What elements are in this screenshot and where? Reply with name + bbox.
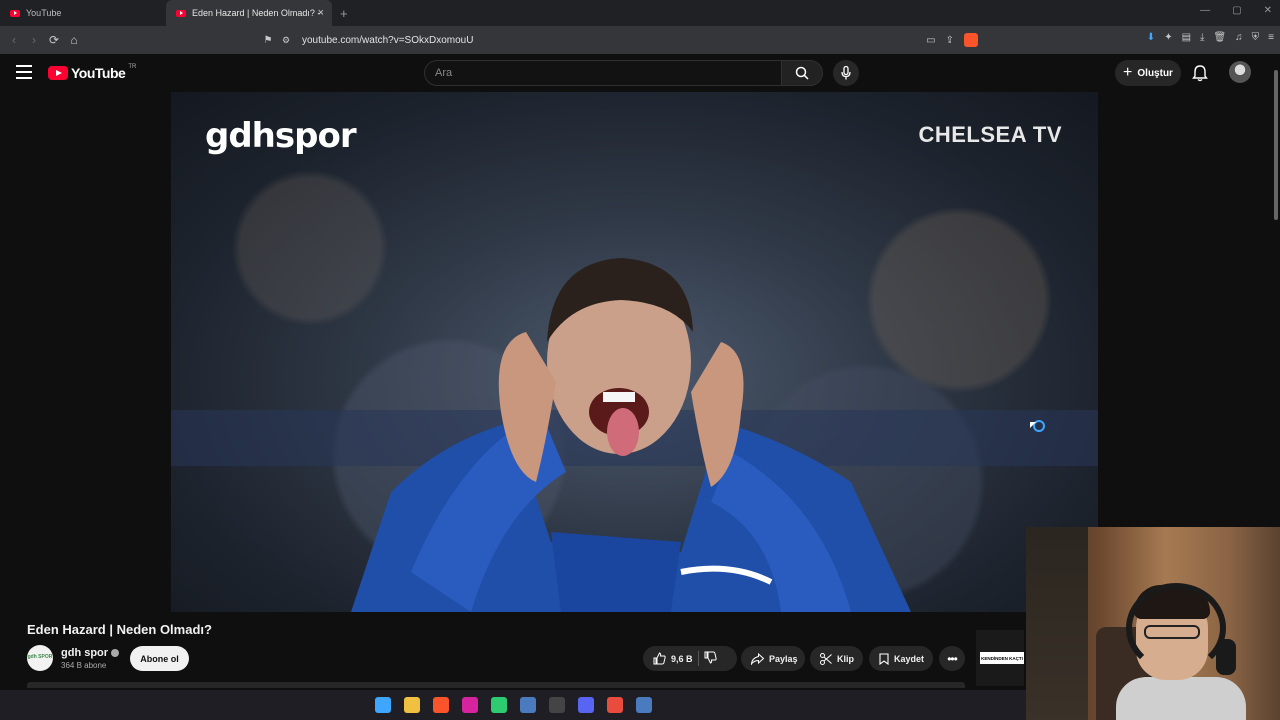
guide-menu-icon[interactable] <box>16 65 32 79</box>
voice-search-button[interactable] <box>833 60 859 86</box>
search-input[interactable] <box>425 61 781 85</box>
tab-eden-hazard[interactable]: Eden Hazard | Neden Olmadı? - × <box>166 0 332 26</box>
microphone-icon <box>841 66 851 80</box>
share-page-icon[interactable]: ⇪ <box>946 35 954 46</box>
address-bar-actions: ▭ ⇪ <box>926 30 978 50</box>
chelsea-tv-watermark: CHELSEA TV <box>918 122 1062 147</box>
youtube-logo[interactable]: YouTube TR <box>48 64 137 81</box>
subscribe-button[interactable]: Abone ol <box>130 646 189 671</box>
bookmark-save-icon <box>879 652 889 665</box>
like-button[interactable]: 9,6 B <box>653 652 693 665</box>
brave-shields-icon[interactable] <box>964 33 978 47</box>
country-code: TR <box>128 64 137 70</box>
save-button[interactable]: Kaydet <box>869 646 933 671</box>
tab-close-icon[interactable]: × <box>318 7 324 19</box>
notifications-bell-icon[interactable] <box>1191 64 1209 82</box>
channel-name-link[interactable]: gdh spor <box>61 647 120 659</box>
share-label: Paylaş <box>769 653 798 664</box>
taskbar-instagram-icon[interactable] <box>461 697 478 713</box>
maximize-button[interactable]: ▢ <box>1232 5 1241 16</box>
youtube-masthead: YouTube TR + Oluştur <box>0 54 1280 92</box>
new-tab-button[interactable]: + <box>340 6 348 21</box>
logo-text: YouTube <box>71 65 126 81</box>
tab-youtube[interactable]: YouTube <box>0 0 166 26</box>
tab-title: Eden Hazard | Neden Olmadı? - <box>192 8 321 18</box>
youtube-play-icon <box>48 66 68 80</box>
taskbar-file-explorer-icon[interactable] <box>403 697 420 713</box>
streamer-webcam-overlay <box>1026 527 1280 720</box>
taskbar-windows-start-icon[interactable] <box>374 697 391 713</box>
scissors-icon <box>820 652 832 665</box>
search-box[interactable] <box>424 60 782 86</box>
verified-badge-icon <box>111 649 120 657</box>
back-arrow-icon[interactable]: ‹ <box>4 33 24 47</box>
thumbnail-text: KENDİNDEN KAÇTI <box>980 652 1024 664</box>
window-controls: — ▢ ✕ <box>1200 5 1272 16</box>
next-video-thumbnail[interactable]: KENDİNDEN KAÇTI <box>976 630 1024 686</box>
channel-name: gdh spor <box>61 647 109 659</box>
browser-menu-icon[interactable]: ≡ <box>1268 32 1274 43</box>
forward-arrow-icon[interactable]: › <box>24 33 44 47</box>
account-avatar[interactable] <box>1229 61 1251 83</box>
create-button[interactable]: + Oluştur <box>1115 60 1181 86</box>
extensions-area: ⬇ ✦ ▤ ⤓ 🗑 ♫ ⛨ ≡ <box>1147 32 1274 43</box>
youtube-favicon-icon <box>176 9 186 17</box>
thumbs-up-icon <box>653 652 666 665</box>
share-arrow-icon <box>751 652 764 665</box>
video-frame-player-celebration <box>351 258 911 612</box>
create-label: Oluştur <box>1137 67 1173 79</box>
download-extension-icon[interactable]: ⬇ <box>1147 32 1155 43</box>
video-player[interactable]: gdhspor CHELSEA TV <box>171 92 1098 612</box>
save-label: Kaydet <box>894 653 925 664</box>
taskbar-steam-2-icon[interactable] <box>635 697 652 713</box>
taskbar-brave-browser-icon[interactable] <box>432 697 449 713</box>
mouse-cursor-icon <box>1030 422 1036 428</box>
site-settings-icon[interactable]: ⚙ <box>282 35 302 46</box>
address-bar[interactable]: ⚑ ⚙ youtube.com/watch?v=SOkxDxomouU ▭ ⇪ <box>254 30 998 50</box>
os-taskbar <box>0 690 1026 720</box>
taskbar-steam-icon[interactable] <box>519 697 536 713</box>
downloads-icon[interactable]: ⤓ <box>1200 32 1204 43</box>
taskbar-app-recorder-icon[interactable] <box>606 697 623 713</box>
sidebar-icon[interactable]: ▤ <box>1182 32 1191 43</box>
minimize-button[interactable]: — <box>1200 5 1210 16</box>
youtube-favicon-icon <box>10 9 20 17</box>
browser-tab-strip: YouTube Eden Hazard | Neden Olmadı? - × … <box>0 0 1280 26</box>
bookmark-icon[interactable]: ⚑ <box>254 35 282 46</box>
gdhspor-watermark: gdhspor <box>205 116 357 156</box>
taskbar-discord-icon[interactable] <box>577 697 594 713</box>
more-actions-button[interactable]: ••• <box>939 646 965 671</box>
cast-icon[interactable]: ▭ <box>926 35 935 46</box>
page-scrollbar[interactable] <box>1272 56 1280 226</box>
clip-button[interactable]: Klip <box>810 646 863 671</box>
trash-icon[interactable]: 🗑 <box>1213 32 1226 43</box>
like-dislike-group: 9,6 B <box>643 646 737 671</box>
media-icon[interactable]: ♫ <box>1235 32 1243 43</box>
subscriber-count: 364 B abone <box>61 661 107 670</box>
reload-icon[interactable]: ⟳ <box>44 33 64 47</box>
thumbs-down-icon <box>704 651 717 664</box>
taskbar-app-grid-icon[interactable] <box>490 697 507 713</box>
headset-icon <box>1126 583 1226 673</box>
home-icon[interactable]: ⌂ <box>64 33 84 47</box>
search-button[interactable] <box>781 60 823 86</box>
plus-icon: + <box>1123 64 1133 81</box>
clip-label: Klip <box>837 653 854 664</box>
close-window-button[interactable]: ✕ <box>1264 5 1272 16</box>
description-box-edge[interactable] <box>27 682 965 688</box>
dislike-button[interactable] <box>704 651 717 666</box>
vpn-shield-icon[interactable]: ⛨ <box>1252 32 1260 43</box>
channel-avatar[interactable]: gdh SPOR <box>27 645 53 671</box>
taskbar-terminal-icon[interactable] <box>548 697 565 713</box>
extensions-puzzle-icon[interactable]: ✦ <box>1164 32 1172 43</box>
search-icon <box>795 66 809 80</box>
tab-title: YouTube <box>26 8 62 18</box>
share-button[interactable]: Paylaş <box>741 646 805 671</box>
like-count: 9,6 B <box>671 653 693 664</box>
url-text[interactable]: youtube.com/watch?v=SOkxDxomouU <box>302 35 473 46</box>
video-title: Eden Hazard | Neden Olmadı? <box>27 622 212 637</box>
